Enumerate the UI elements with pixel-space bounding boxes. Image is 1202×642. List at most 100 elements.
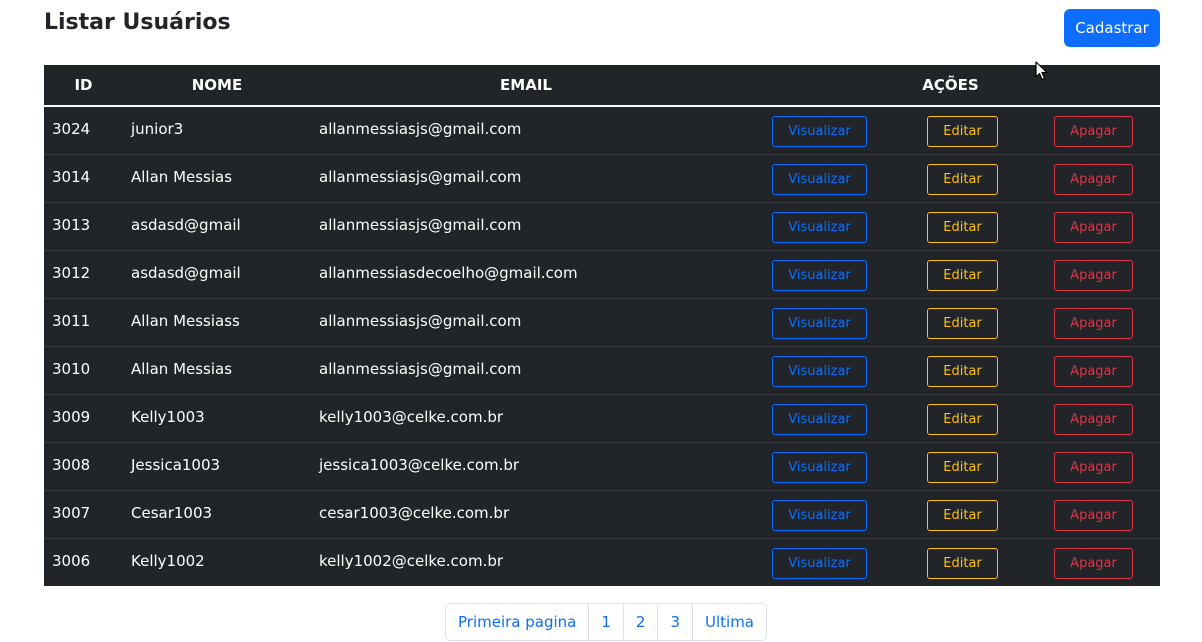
cell-delete-action: Apagar [1027,538,1160,586]
cell-view-action: Visualizar [741,106,898,154]
cell-edit-action: Editar [898,250,1027,298]
cell-view-action: Visualizar [741,490,898,538]
cell-id: 3008 [52,455,91,474]
visualizar-button[interactable]: Visualizar [772,211,867,243]
editar-button[interactable]: Editar [927,547,998,579]
cell-nome: junior3 [131,120,184,138]
cell-view-action: Visualizar [741,202,898,250]
cell-view-action: Visualizar [741,250,898,298]
cell-email: allanmessiasdecoelho@gmail.com [319,263,578,282]
cell-email: allanmessiasjs@gmail.com [319,359,522,378]
visualizar-button[interactable]: Visualizar [772,259,867,291]
header-nome: NOME [191,76,243,94]
cell-nome: asdasd@gmail [131,263,241,282]
editar-button[interactable]: Editar [927,355,998,387]
cell-nome: asdasd@gmail [131,215,241,234]
cell-delete-action: Apagar [1027,490,1160,538]
table-row: 3006 Kelly1002 kelly1002@celke.com.br Visua… [44,538,1161,586]
apagar-button[interactable]: Apagar [1054,211,1134,243]
editar-button[interactable]: Editar [927,116,998,147]
header-acoes: AÇÕES [922,76,979,94]
cell-delete-action: Apagar [1027,154,1160,202]
cell-email: kelly1003@celke.com.br [319,407,504,426]
visualizar-button[interactable]: Visualizar [772,499,867,531]
table-row: 3024 junior3 allanmessiasjs@gmail.com Visua… [44,106,1160,154]
editar-button[interactable]: Editar [927,211,998,243]
cell-view-action: Visualizar [741,538,898,586]
header-email: EMAIL [500,76,552,94]
cell-id: 3010 [52,359,91,378]
cell-id: 3012 [52,263,91,282]
cell-edit-action: Editar [898,394,1027,442]
cell-id: 3007 [52,503,91,522]
table-row: 3011 Allan Messiass allanmessiasjs@gmail.c… [44,298,1161,346]
visualizar-button[interactable]: Visualizar [772,307,867,339]
editar-button[interactable]: Editar [927,403,998,435]
cell-email: jessica1003@celke.com.br [319,455,520,474]
cell-delete-action: Apagar [1027,202,1160,250]
cell-email: allanmessiasjs@gmail.com [319,311,522,330]
pagination-first-page[interactable]: Primeira pagina [446,604,588,640]
pagination-page-1[interactable]: 1 [588,604,623,640]
cell-delete-action: Apagar [1027,346,1160,394]
pagination-last-page[interactable]: Ultima [692,604,766,640]
users-table-container: ID NOME EMAIL AÇÕES 3024 junior3 allanmess… [44,65,1161,586]
table-row: 3007 Cesar1003 cesar1003@celke.com.br Visua… [44,490,1161,538]
pagination-page-3[interactable]: 3 [657,604,692,640]
apagar-button[interactable]: Apagar [1054,163,1134,195]
editar-button[interactable]: Editar [927,499,998,531]
cell-view-action: Visualizar [741,298,898,346]
cell-view-action: Visualizar [741,394,898,442]
apagar-button[interactable]: Apagar [1054,259,1134,291]
cell-edit-action: Editar [898,442,1027,490]
header-id: ID [74,76,93,94]
cell-edit-action: Editar [898,202,1027,250]
cell-nome: Jessica1003 [131,455,221,474]
pagination: Primeira pagina 1 2 3 Ultima [445,603,767,641]
cell-delete-action: Apagar [1027,298,1160,346]
cell-edit-action: Editar [898,490,1027,538]
apagar-button[interactable]: Apagar [1054,547,1134,579]
visualizar-button[interactable]: Visualizar [772,163,867,195]
cell-email: allanmessiasjs@gmail.com [319,167,522,186]
cell-delete-action: Apagar [1027,442,1160,490]
cell-edit-action: Editar [898,106,1027,154]
cell-view-action: Visualizar [741,442,898,490]
apagar-button[interactable]: Apagar [1054,499,1134,531]
cell-email: allanmessiasjs@gmail.com [319,215,522,234]
cadastrar-button[interactable]: Cadastrar [1064,9,1160,47]
mouse-pointer-icon [1035,61,1048,81]
editar-button[interactable]: Editar [927,307,998,339]
visualizar-button[interactable]: Visualizar [772,547,867,579]
table-row: 3009 Kelly1003 kelly1003@celke.com.br Visua… [44,394,1161,442]
cell-id: 3011 [52,311,91,330]
apagar-button[interactable]: Apagar [1054,403,1134,435]
apagar-button[interactable]: Apagar [1054,355,1134,387]
visualizar-button[interactable]: Visualizar [772,355,867,387]
cell-email: kelly1002@celke.com.br [319,551,504,570]
cell-email: cesar1003@celke.com.br [319,503,510,522]
editar-button[interactable]: Editar [927,259,998,291]
editar-button[interactable]: Editar [927,163,998,195]
cell-delete-action: Apagar [1027,106,1160,154]
cell-view-action: Visualizar [741,154,898,202]
visualizar-button[interactable]: Visualizar [772,403,867,435]
table-body: 3024 junior3 allanmessiasjs@gmail.com Visua… [44,106,1161,586]
cell-id: 3013 [52,215,91,234]
apagar-button[interactable]: Apagar [1054,451,1134,483]
cell-edit-action: Editar [898,346,1027,394]
visualizar-button[interactable]: Visualizar [772,451,867,483]
cell-delete-action: Apagar [1027,394,1160,442]
visualizar-button[interactable]: Visualizar [772,116,867,147]
apagar-button[interactable]: Apagar [1054,116,1134,147]
page-title: Listar Usuários [44,10,231,35]
apagar-button[interactable]: Apagar [1054,307,1134,339]
pagination-page-2[interactable]: 2 [622,604,658,640]
cell-id: 3006 [52,551,91,570]
page: Listar Usuários Cadastrar ID NOME EMAIL … [0,0,1202,642]
cell-nome: Allan Messias [131,167,233,186]
cell-edit-action: Editar [898,298,1027,346]
cell-edit-action: Editar [898,154,1027,202]
cell-delete-action: Apagar [1027,250,1160,298]
editar-button[interactable]: Editar [927,451,998,483]
